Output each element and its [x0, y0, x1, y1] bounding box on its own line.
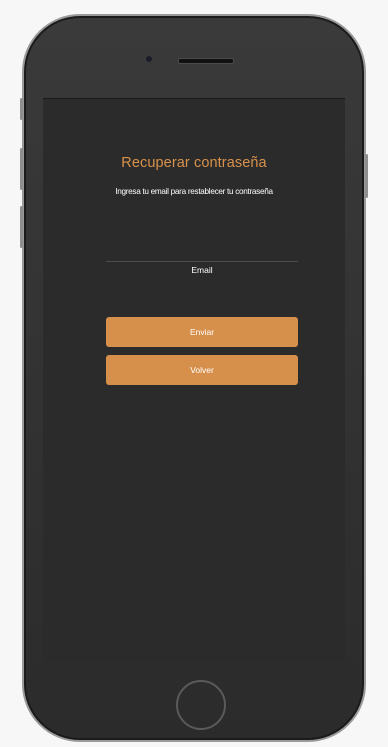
mute-switch	[20, 98, 23, 120]
home-button[interactable]	[176, 680, 226, 730]
app-screen: Recuperar contraseña Ingresa tu email pa…	[43, 98, 345, 662]
page-title: Recuperar contraseña	[121, 155, 267, 171]
email-label: Email	[191, 265, 213, 275]
back-button[interactable]: Volver	[106, 355, 298, 385]
power-button	[365, 154, 368, 198]
volume-up-button	[20, 148, 23, 190]
stage: Recuperar contraseña Ingresa tu email pa…	[0, 0, 388, 747]
speaker-grille	[178, 58, 234, 64]
volume-down-button	[20, 206, 23, 248]
email-field[interactable]	[106, 261, 298, 262]
camera-icon	[145, 55, 153, 63]
send-button[interactable]: Enviar	[106, 317, 298, 347]
page-subtitle: Ingresa tu email para restablecer tu con…	[115, 187, 273, 196]
